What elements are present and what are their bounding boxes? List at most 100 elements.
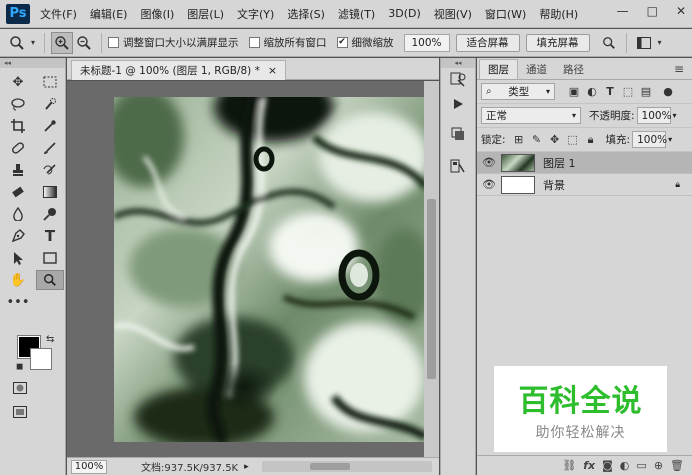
close-icon[interactable]: × (268, 64, 277, 77)
zoom-in-icon[interactable] (51, 31, 73, 54)
shape-filter-icon[interactable]: ⬚ (619, 83, 637, 101)
marquee-tool-icon[interactable] (36, 72, 64, 92)
close-window-button[interactable]: ✕ (676, 4, 686, 18)
status-zoom-field[interactable]: 100% (71, 459, 107, 474)
dodge-tool-icon[interactable] (36, 204, 64, 224)
move-tool-icon[interactable]: ✥ (4, 72, 32, 92)
background-color-swatch[interactable] (30, 348, 52, 370)
checkbox-checked[interactable]: ✔ (336, 37, 348, 48)
lock-all-icon[interactable]: 🔒︎ (582, 131, 600, 149)
panel-menu-icon[interactable]: ≡ (674, 62, 684, 76)
tab-layers[interactable]: 图层 (479, 59, 518, 79)
minimize-button[interactable]: — (617, 4, 629, 18)
vertical-scrollbar[interactable] (424, 81, 439, 457)
type-tool-icon[interactable]: T (36, 226, 64, 246)
adjustment-icon[interactable]: ◐ (620, 459, 630, 472)
opacity-field[interactable]: 100% (636, 107, 672, 124)
tab-channels[interactable]: 通道 (518, 59, 555, 79)
fit-screen-button[interactable]: 适合屏幕 (455, 33, 520, 52)
lock-transparent-icon[interactable]: ⊞ (510, 131, 528, 149)
clone-stamp-tool-icon[interactable] (4, 160, 32, 180)
resize-windows-checkbox[interactable]: 调整窗口大小以满屏显示 (108, 35, 239, 50)
gradient-tool-icon[interactable] (36, 182, 64, 202)
vertical-scrollbar-thumb[interactable] (427, 199, 436, 379)
strip-header[interactable]: ◂◂ (441, 58, 475, 68)
menu-view[interactable]: 视图(V) (434, 6, 472, 22)
zoom-tool-icon[interactable] (36, 270, 64, 290)
crop-tool-icon[interactable] (4, 116, 32, 136)
link-icon[interactable]: ⛓︎ (562, 459, 576, 472)
tools-panel-header[interactable]: ◂◂ (0, 58, 65, 68)
checkbox-unchecked[interactable] (248, 37, 260, 48)
menu-edit[interactable]: 编辑(E) (90, 6, 128, 22)
healing-brush-tool-icon[interactable] (4, 138, 32, 158)
menu-3d[interactable]: 3D(D) (388, 7, 421, 20)
chevron-down-icon[interactable]: ▾ (673, 111, 677, 120)
fill-screen-button[interactable]: 填充屏幕 (525, 33, 590, 52)
document-tab[interactable]: 未标题-1 @ 100% (图层 1, RGB/8) * × (71, 60, 287, 80)
menu-select[interactable]: 选择(S) (287, 6, 325, 22)
zoom-all-windows-checkbox[interactable]: 缩放所有窗口 (248, 35, 327, 50)
lock-position-icon[interactable]: ✥ (546, 131, 564, 149)
default-colors-icon[interactable]: ◼ (16, 362, 23, 372)
eyedropper-tool-icon[interactable] (36, 116, 64, 136)
status-menu-arrow-icon[interactable]: ▸ (244, 462, 249, 472)
layer-name[interactable]: 图层 1 (543, 155, 576, 171)
menu-help[interactable]: 帮助(H) (539, 6, 578, 22)
quick-select-tool-icon[interactable] (36, 94, 64, 114)
horizontal-scrollbar[interactable] (262, 461, 432, 472)
quick-mask-icon[interactable] (6, 378, 34, 398)
chevron-down-icon[interactable]: ▾ (668, 135, 672, 144)
history-panel-icon[interactable] (441, 68, 475, 92)
search-icon[interactable] (598, 32, 620, 54)
canvas-area[interactable] (67, 81, 439, 457)
pen-tool-icon[interactable] (4, 226, 32, 246)
layer-row[interactable]: 👁︎ 背景 🔒︎ (477, 174, 692, 196)
zoom-out-icon[interactable] (73, 32, 95, 54)
mask-icon[interactable]: ◙ (602, 459, 613, 472)
pixel-filter-icon[interactable]: ▣ (565, 83, 583, 101)
history-brush-tool-icon[interactable] (36, 160, 64, 180)
adjustment-filter-icon[interactable]: ◐ (583, 83, 601, 101)
actions-play-icon[interactable] (441, 92, 475, 116)
swap-colors-icon[interactable]: ⇆ (46, 334, 54, 345)
blend-mode-select[interactable]: 正常 ▾ (481, 107, 581, 124)
maximize-button[interactable]: □ (647, 4, 658, 18)
scrubby-zoom-checkbox[interactable]: ✔ 细微缩放 (336, 35, 394, 50)
rectangle-tool-icon[interactable] (36, 248, 64, 268)
kind-filter-select[interactable]: ⌕ 类型 ▾ (481, 83, 555, 100)
filter-toggle-icon[interactable]: ● (659, 83, 677, 101)
blur-tool-icon[interactable] (4, 204, 32, 224)
lock-artboard-icon[interactable]: ⬚ (564, 131, 582, 149)
fill-field[interactable]: 100% (632, 131, 667, 148)
horizontal-scrollbar-thumb[interactable] (310, 463, 350, 470)
tab-paths[interactable]: 路径 (555, 59, 592, 79)
dropdown-arrow-icon[interactable]: ▾ (655, 32, 665, 54)
menu-file[interactable]: 文件(F) (40, 6, 77, 22)
zoom-tool-preset-icon[interactable] (6, 32, 28, 54)
layer-row[interactable]: 👁︎ 图层 1 (477, 152, 692, 174)
menu-filter[interactable]: 滤镜(T) (338, 6, 375, 22)
menu-window[interactable]: 窗口(W) (485, 6, 526, 22)
menu-type[interactable]: 文字(Y) (237, 6, 274, 22)
3d-panel-icon[interactable] (441, 122, 475, 146)
group-icon[interactable]: ▭ (636, 459, 646, 472)
eraser-tool-icon[interactable] (4, 182, 32, 202)
hand-tool-icon[interactable]: ✋ (4, 270, 32, 290)
eye-icon[interactable]: 👁︎ (477, 178, 501, 191)
layer-name[interactable]: 背景 (543, 177, 565, 193)
new-layer-icon[interactable]: ⊕ (654, 459, 663, 472)
smart-object-filter-icon[interactable]: ▤ (637, 83, 655, 101)
properties-panel-icon[interactable] (441, 154, 475, 178)
canvas-artwork[interactable] (114, 97, 426, 442)
eye-icon[interactable]: 👁︎ (477, 156, 501, 169)
type-filter-icon[interactable]: T (601, 83, 619, 101)
path-selection-tool-icon[interactable] (4, 248, 32, 268)
screen-mode-icon[interactable] (6, 402, 34, 422)
lock-image-icon[interactable]: ✎ (528, 131, 546, 149)
fx-icon[interactable]: fx (583, 459, 595, 472)
more-tools-icon[interactable]: ••• (4, 292, 32, 312)
dropdown-arrow-icon[interactable]: ▾ (28, 32, 38, 54)
trash-icon[interactable]: 🗑︎ (670, 459, 684, 472)
lasso-tool-icon[interactable] (4, 94, 32, 114)
